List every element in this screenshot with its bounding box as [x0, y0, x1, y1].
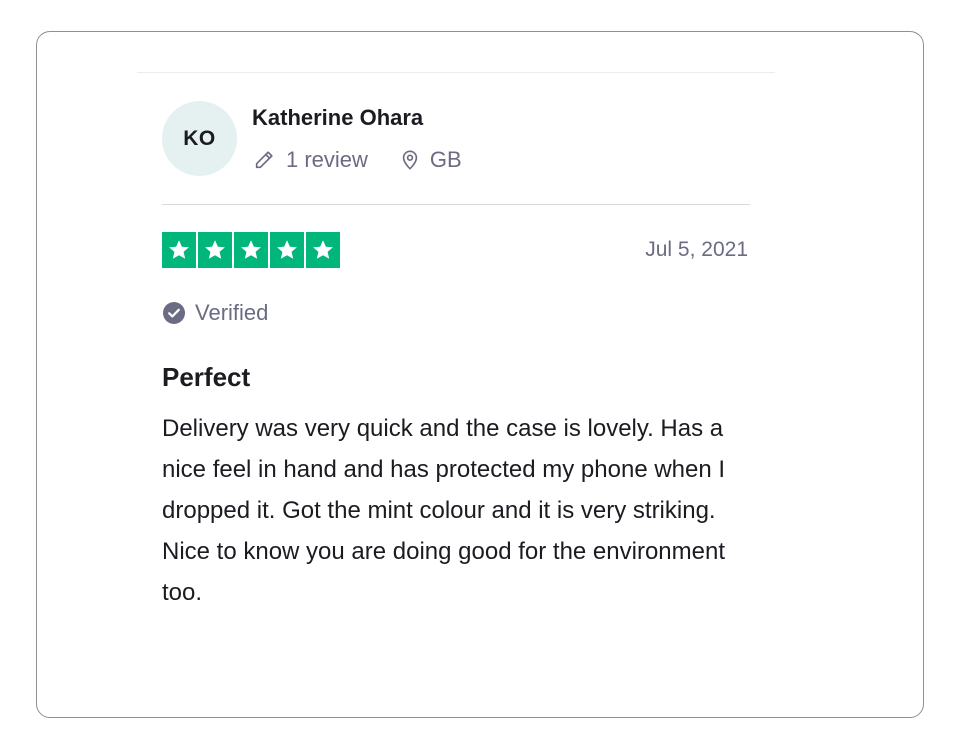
- reviewer-name[interactable]: Katherine Ohara: [252, 105, 423, 131]
- review-body: Delivery was very quick and the case is …: [162, 415, 726, 606]
- star-icon: [234, 232, 268, 268]
- star-icon: [270, 232, 304, 268]
- review-date: Jul 5, 2021: [645, 238, 748, 261]
- review-count: 1 review: [286, 147, 368, 172]
- star-icon: [162, 232, 196, 268]
- check-circle-icon: [162, 301, 186, 325]
- review-title[interactable]: Perfect: [162, 362, 250, 393]
- star-rating: [162, 232, 340, 268]
- location-pin-icon: [398, 148, 422, 172]
- avatar[interactable]: KO: [162, 101, 237, 176]
- pencil-icon: [252, 148, 276, 172]
- verified-badge[interactable]: Verified: [162, 298, 268, 328]
- verified-label: Verified: [195, 300, 269, 325]
- section-divider: [162, 204, 750, 205]
- star-icon: [198, 232, 232, 268]
- star-icon: [306, 232, 340, 268]
- avatar-initials: KO: [183, 126, 216, 150]
- reviewer-country: GB: [429, 147, 462, 172]
- reviewer-meta: 1 review GB: [252, 146, 462, 174]
- top-divider: [137, 72, 775, 73]
